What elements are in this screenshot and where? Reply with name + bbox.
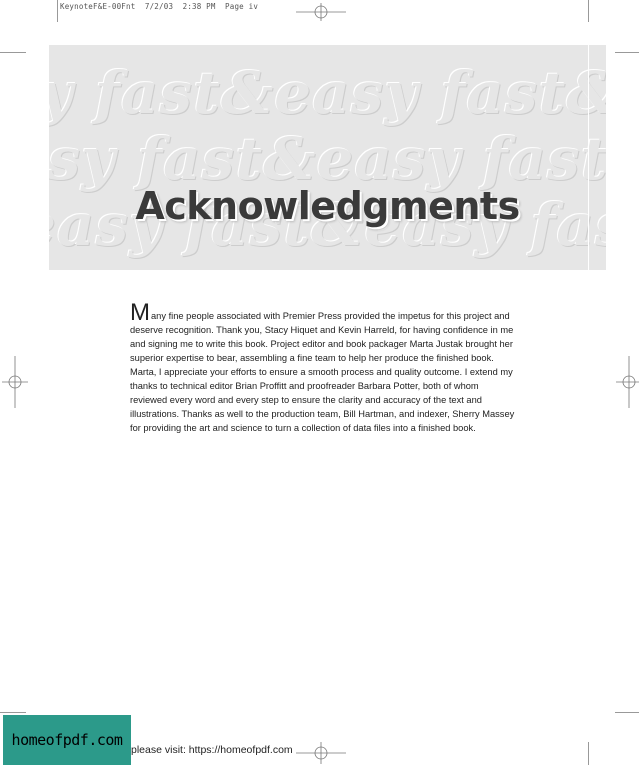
registration-mark-right-icon [616, 356, 639, 408]
chapter-banner: y fast&easy fast&easy fast&easy asy fast… [49, 45, 606, 270]
crop-mark-top-right [588, 0, 589, 22]
crop-mark-left-bottom [0, 712, 26, 713]
banner-watermark-row: y fast&easy fast&easy fast&easy [49, 59, 606, 127]
banner-watermark-row: asy fast&easy fast&easy fast&easy [49, 125, 606, 193]
banner-divider [588, 45, 589, 270]
acknowledgments-paragraph: Many fine people associated with Premier… [130, 301, 518, 435]
crop-mark-right-bottom [615, 712, 639, 713]
page-title: Acknowledgments [135, 184, 520, 228]
footer-link[interactable]: please visit: https://homeofpdf.com [131, 744, 293, 756]
printer-slug: KeynoteF&E-00Fnt 7/2/03 2:38 PM Page iv [60, 2, 259, 11]
crop-mark-bottom-right [588, 742, 589, 765]
homeofpdf-logo[interactable]: homeofpdf.com [3, 715, 131, 765]
paragraph-text: any fine people associated with Premier … [130, 311, 515, 433]
registration-mark-bottom-icon [296, 742, 346, 764]
registration-mark-left-icon [2, 356, 28, 408]
crop-mark-top-left [57, 0, 58, 22]
registration-mark-top-icon [296, 3, 346, 21]
crop-mark-left-top [0, 52, 26, 53]
drop-cap: M [130, 299, 150, 326]
crop-mark-right-top [615, 52, 639, 53]
